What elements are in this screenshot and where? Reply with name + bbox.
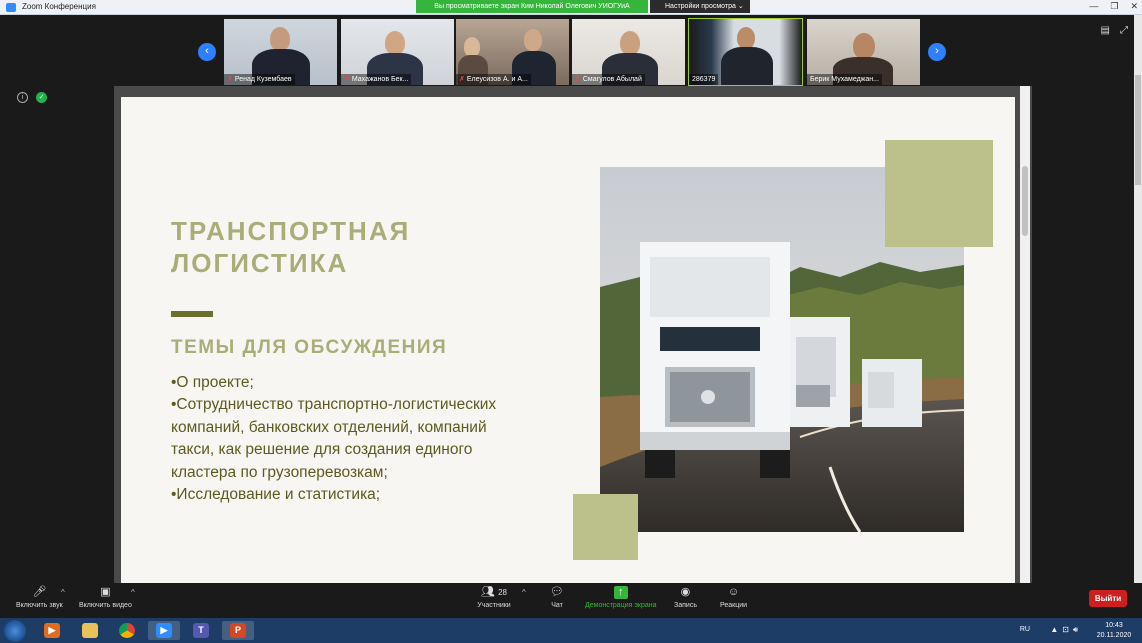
taskbar-zoom[interactable]: ▶ xyxy=(148,621,180,640)
decorative-square xyxy=(885,140,993,247)
decorative-square xyxy=(573,494,638,560)
title-accent-bar xyxy=(171,311,213,317)
topic-line: такси, как решение для создания единого xyxy=(171,441,473,459)
zoom-icon: ▶ xyxy=(156,623,172,638)
clock[interactable]: 10:43 20.11.2020 xyxy=(1094,621,1134,641)
taskbar-explorer[interactable] xyxy=(74,621,106,640)
view-options-label: Настройки просмотра xyxy=(665,3,736,10)
share-screen-button[interactable]: ↑ Демонстрация экрана xyxy=(585,586,657,609)
shield-icon[interactable]: ✓ xyxy=(36,92,47,103)
participant-name: ✗ Елеусизов А. и А... xyxy=(456,74,531,85)
chat-button[interactable]: 💬︎ Чат xyxy=(549,586,565,609)
window-controls: — ❐ ✕ xyxy=(1089,1,1138,12)
video-options-caret[interactable]: ^ xyxy=(131,588,135,597)
chrome-icon xyxy=(119,623,135,638)
minimize-icon[interactable]: — xyxy=(1089,1,1098,12)
zoom-logo-icon xyxy=(6,3,16,12)
participants-options-caret[interactable]: ^ xyxy=(522,588,526,597)
participant-name: Берик Мухамеджан... xyxy=(807,74,882,85)
taskbar-chrome[interactable] xyxy=(111,621,143,640)
record-icon: ◉ xyxy=(680,586,691,598)
participants-count: 28 xyxy=(498,588,507,597)
chat-icon: 💬︎ xyxy=(550,586,564,598)
windows-taskbar: ▶ ▶ T P RU ▲⊡🔊︎ 10:43 20.11.2020 xyxy=(0,618,1142,643)
gallery-next-button[interactable]: › xyxy=(928,43,946,61)
start-video-button[interactable]: ▣ Включить видео xyxy=(79,586,132,609)
mic-muted-icon: 🎤︎ xyxy=(32,586,47,598)
chevron-left-icon: ‹ xyxy=(205,45,209,57)
maximize-icon[interactable]: ❐ xyxy=(1110,1,1118,12)
clock-date: 20.11.2020 xyxy=(1096,632,1132,639)
view-options-button[interactable]: Настройки просмотра ⌄ xyxy=(650,0,750,13)
share-screen-icon: ↑ xyxy=(613,586,628,599)
mic-off-icon: ✗ xyxy=(344,76,350,83)
powerpoint-icon: P xyxy=(230,623,246,638)
participants-button[interactable]: 👥︎ 28 Участники xyxy=(476,586,512,609)
participant-name: ✗ Смагулов Абылай xyxy=(572,74,645,85)
share-banner: Вы просматриваете экран Ким Николай Олег… xyxy=(416,0,648,13)
reactions-button[interactable]: ☺ Реакции xyxy=(720,586,747,609)
clock-time: 10:43 xyxy=(1105,622,1123,629)
participant-tile[interactable]: Берик Мухамеджан... xyxy=(807,19,920,85)
participant-tile[interactable]: ✗ Ренад Кузембаев xyxy=(224,19,337,85)
mic-off-icon: ✗ xyxy=(575,76,581,83)
scrollbar-thumb[interactable] xyxy=(1022,166,1028,236)
window-scrollbar[interactable] xyxy=(1134,15,1142,583)
language-indicator[interactable]: RU xyxy=(1020,626,1030,633)
participant-tile[interactable]: ✗ Елеусизов А. и А... xyxy=(456,19,569,85)
folder-icon xyxy=(82,623,98,638)
audio-options-caret[interactable]: ^ xyxy=(61,588,65,597)
info-icon[interactable]: i xyxy=(17,92,28,103)
meeting-toolbar: 🎤︎ Включить звук ^ ▣ Включить видео ^ 👥︎… xyxy=(0,583,1142,618)
fullscreen-icon[interactable]: ⤢ xyxy=(1120,25,1128,36)
presentation-slide: ТРАНСПОРТНАЯ ЛОГИСТИКА ТЕМЫ ДЛЯ ОБСУЖДЕН… xyxy=(121,97,1015,583)
scrollbar[interactable] xyxy=(1020,86,1030,583)
unmute-button[interactable]: 🎤︎ Включить звук xyxy=(16,586,63,609)
participant-tile[interactable]: ✗ Смагулов Абылай xyxy=(572,19,685,85)
topic-line: •Исследование и статистика; xyxy=(171,486,381,504)
participant-name: ✗ Махажанов Бек... xyxy=(341,74,412,85)
topic-line: компаний, банковских отделений, компаний xyxy=(171,418,487,436)
video-off-icon: ▣ xyxy=(100,586,111,598)
topics-heading: ТЕМЫ ДЛЯ ОБСУЖДЕНИЯ xyxy=(171,337,448,358)
participant-name: 286379 xyxy=(689,74,719,85)
topics-list: •О проекте; •Сотрудничество транспортно-… xyxy=(171,372,531,506)
reactions-icon: ☺ xyxy=(727,586,740,598)
participant-name: ✗ Ренад Кузембаев xyxy=(224,74,295,85)
topic-line: •Сотрудничество транспортно-логистически… xyxy=(171,396,497,414)
start-button[interactable] xyxy=(4,620,26,642)
mic-off-icon: ✗ xyxy=(459,76,465,83)
topic-line: кластера по грузоперевозкам; xyxy=(171,463,388,481)
gallery-prev-button[interactable]: ‹ xyxy=(198,43,216,61)
gallery-view-icon[interactable]: ▤ xyxy=(1101,25,1110,36)
taskbar-media-player[interactable]: ▶ xyxy=(36,621,68,640)
participant-tile-active[interactable]: 286379 xyxy=(688,18,803,86)
close-icon[interactable]: ✕ xyxy=(1130,1,1138,12)
mic-off-icon: ✗ xyxy=(227,76,233,83)
chevron-down-icon: ⌄ xyxy=(737,3,744,10)
tray-icons[interactable]: ▲⊡🔊︎ xyxy=(1050,625,1082,635)
system-tray: RU ▲⊡🔊︎ 10:43 20.11.2020 xyxy=(984,620,1134,642)
topic-line: •О проекте; xyxy=(171,374,254,391)
teams-icon: T xyxy=(193,623,209,638)
participant-tile[interactable]: ✗ Махажанов Бек... xyxy=(341,19,454,85)
window-title: Zoom Конференция xyxy=(22,2,96,11)
participants-icon: 👥︎ 28 xyxy=(481,586,507,598)
chevron-right-icon: › xyxy=(935,45,939,57)
media-player-icon: ▶ xyxy=(44,623,60,638)
scrollbar-thumb[interactable] xyxy=(1135,75,1141,185)
record-button[interactable]: ◉ Запись xyxy=(674,586,697,609)
taskbar-powerpoint[interactable]: P xyxy=(222,621,254,640)
view-controls: ▤ ⤢ xyxy=(1101,25,1128,36)
leave-meeting-button[interactable]: Выйти xyxy=(1089,590,1127,607)
taskbar-teams[interactable]: T xyxy=(185,621,217,640)
slide-title: ТРАНСПОРТНАЯ ЛОГИСТИКА xyxy=(171,216,411,278)
